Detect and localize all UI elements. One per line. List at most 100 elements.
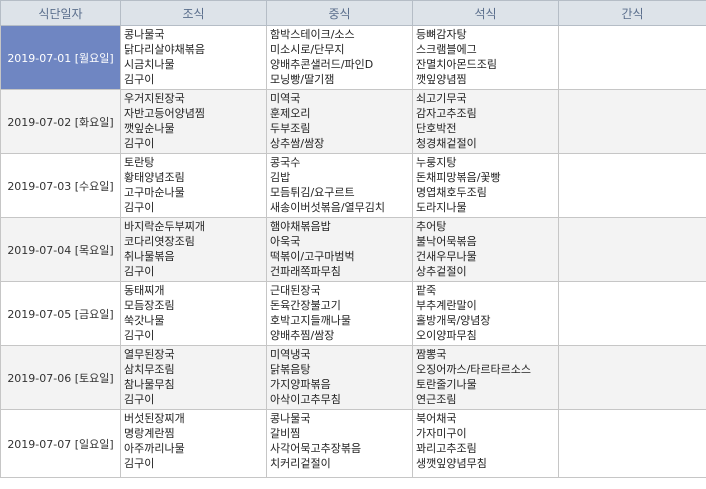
header-breakfast[interactable]: 조식: [120, 0, 267, 26]
menu-item: 김구이: [124, 393, 155, 406]
menu-item: 바지락순두부찌개: [124, 220, 205, 233]
breakfast-cell[interactable]: 바지락순두부찌개코다리엿장조림취나물볶음김구이: [120, 217, 267, 282]
dinner-cell[interactable]: 팥죽 부추계란말이 홀방개묵/양념장 오이양파무침: [412, 281, 559, 346]
dinner-cell[interactable]: 등뼈감자탕 스크램블에그 잔멸치아몬드조림 깻잎양념찜: [412, 25, 559, 90]
table-row[interactable]: 2019-07-04 [목요일] 바지락순두부찌개 코다리엿장조림 취나물볶음 김구이 햄…: [0, 217, 706, 282]
dinner-cell[interactable]: 쇠고기무국 감자고추조림 단호박전 청경채겉절이: [412, 89, 559, 154]
dinner-cell[interactable]: 누룽지탕 돈채피망볶음/꽃빵 명엽채호두조림 도라지나물: [412, 153, 559, 218]
menu-item: 미역국: [270, 92, 301, 105]
menu-item: 김밥: [270, 171, 291, 184]
meal-table-body: 2019-07-01 [월요일] 콩나물국 닭다리살야채볶음시금치나물김구이 함박스테…: [0, 25, 706, 478]
menu-item: 아주까리나물: [124, 442, 185, 455]
menu-item: 훈제오리: [270, 107, 311, 120]
menu-item: 삼치무조림: [124, 363, 175, 376]
lunch-cell[interactable]: 함박스테이크/소스 미소시로/단무지 양배추콘샐러드/파인D 모닝빵/딸기잼: [266, 25, 413, 90]
menu-item: 새송이버섯볶음/열무김치: [270, 201, 386, 214]
header-lunch[interactable]: 중식: [266, 0, 413, 26]
snack-cell[interactable]: [558, 345, 706, 410]
snack-cell[interactable]: [558, 409, 706, 478]
menu-item: 돈육간장불고기: [270, 299, 341, 312]
breakfast-cell[interactable]: 콩나물국 닭다리살야채볶음 시금치나물 김구이: [120, 25, 267, 90]
menu-item: 양배추찜/쌈장: [270, 329, 335, 342]
menu-item: 떡볶이/고구마범벅: [270, 250, 355, 263]
lunch-cell[interactable]: 미역냉국 닭볶음탕 가지양파볶음 아삭이고추무침: [266, 345, 413, 410]
menu-item: 쑥갓나물: [124, 314, 165, 327]
menu-item: 김구이: [124, 265, 155, 278]
menu-item: 도라지나물: [416, 201, 467, 214]
menu-item: 김구이: [124, 73, 155, 86]
table-row[interactable]: 2019-07-07 [일요일] 버섯된장찌개 명랑계란찜 아주까리나물 김구이 콩나물국…: [0, 409, 706, 478]
menu-item: 코다리엿장조림: [124, 235, 195, 248]
menu-item: 우거지된장국: [124, 92, 185, 105]
menu-item: 짬뽕국: [416, 348, 447, 361]
menu-item: 건새우무나물: [416, 250, 477, 263]
date-cell[interactable]: 2019-07-05 [금요일]: [0, 281, 121, 346]
snack-cell[interactable]: [558, 217, 706, 282]
menu-item: 김구이: [124, 457, 155, 470]
menu-item: 미소시로/단무지: [270, 43, 345, 56]
snack-cell[interactable]: [558, 89, 706, 154]
breakfast-cell[interactable]: 열무된장국 삼치무조림 참나물무침 김구이: [120, 345, 267, 410]
menu-item: 김구이: [124, 137, 155, 150]
header-date[interactable]: 식단일자: [0, 0, 121, 26]
date-cell[interactable]: 2019-07-01 [월요일]: [0, 25, 121, 90]
menu-item: 깻잎양념찜: [416, 73, 467, 86]
lunch-cell[interactable]: 콩국수 김밥 모듬튀김/요구르트 새송이버섯볶음/열무김치: [266, 153, 413, 218]
table-row[interactable]: 2019-07-06 [토요일] 열무된장국 삼치무조림 참나물무침 김구이 미역냉국 닭볶…: [0, 345, 706, 410]
menu-item: 스크램블에그: [416, 43, 477, 56]
dinner-cell[interactable]: 추어탕불낙어묵볶음건새우무나물상추겉절이: [412, 217, 559, 282]
snack-cell[interactable]: [558, 25, 706, 90]
date-cell[interactable]: 2019-07-03 [수요일]: [0, 153, 121, 218]
date-cell[interactable]: 2019-07-04 [목요일]: [0, 217, 121, 282]
breakfast-cell[interactable]: 버섯된장찌개명랑계란찜아주까리나물김구이: [120, 409, 267, 478]
menu-item: 콩나물국: [270, 412, 311, 425]
lunch-cell[interactable]: 햄야채볶음밥 아욱국 떡볶이/고구마범벅 건파래쪽파무침: [266, 217, 413, 282]
lunch-cell[interactable]: 콩나물국 갈비찜 사각어묵고추장볶음 치커리겉절이: [266, 409, 413, 478]
menu-item: 햄야채볶음밥: [270, 220, 331, 233]
date-cell[interactable]: 2019-07-07 [일요일]: [0, 409, 121, 478]
menu-item: 토란탕: [124, 156, 155, 169]
menu-item: 아욱국: [270, 235, 301, 248]
menu-item: 버섯된장찌개: [124, 412, 185, 425]
breakfast-cell[interactable]: 동태찌개 모듬장조림 쑥갓나물 김구이: [120, 281, 267, 346]
table-row[interactable]: 2019-07-01 [월요일] 콩나물국 닭다리살야채볶음 시금치나물 김구이 함박스테…: [0, 25, 706, 90]
menu-item: 등뼈감자탕: [416, 28, 467, 41]
menu-item: 김구이: [124, 201, 155, 214]
menu-item: 모듬장조림: [124, 299, 175, 312]
menu-item: 함박스테이크/소스: [270, 28, 355, 41]
lunch-cell[interactable]: 미역국 훈제오리 두부조림 상추쌈/쌈장: [266, 89, 413, 154]
table-row[interactable]: 2019-07-02 [화요일] 우거지된장국 자반고등어양념찜 깻잎순나물 김구이 미역…: [0, 89, 706, 154]
menu-item: 명랑계란찜: [124, 427, 175, 440]
menu-item: 두부조림: [270, 122, 311, 135]
menu-item: 시금치나물: [124, 58, 175, 71]
menu-item: 열무된장국: [124, 348, 175, 361]
date-cell[interactable]: 2019-07-06 [토요일]: [0, 345, 121, 410]
menu-item: 홀방개묵/양념장: [416, 314, 491, 327]
menu-item: 자반고등어양념찜: [124, 107, 205, 120]
breakfast-cell[interactable]: 우거지된장국 자반고등어양념찜 깻잎순나물 김구이: [120, 89, 267, 154]
menu-item: 오이양파무침: [416, 329, 477, 342]
table-row[interactable]: 2019-07-03 [수요일] 토란탕 황태양념조림 고구마순나물 김구이 콩국수 김밥 모…: [0, 153, 706, 218]
menu-item: 동태찌개: [124, 284, 165, 297]
menu-item: 추어탕: [416, 220, 447, 233]
lunch-cell[interactable]: 근대된장국 돈육간장불고기 호박고지들깨나물 양배추찜/쌈장: [266, 281, 413, 346]
snack-cell[interactable]: [558, 281, 706, 346]
menu-item: 취나물볶음: [124, 250, 175, 263]
menu-item: 단호박전: [416, 122, 457, 135]
menu-item: 누룽지탕: [416, 156, 457, 169]
menu-item: 상추겉절이: [416, 265, 467, 278]
dinner-cell[interactable]: 짬뽕국 오징어까스/타르타르소스 토란줄기나물 연근조림: [412, 345, 559, 410]
menu-item: 불낙어묵볶음: [416, 235, 477, 248]
dinner-cell[interactable]: 북어채국 가자미구이 꽈리고추조림 생깻잎양념무침: [412, 409, 559, 478]
table-row[interactable]: 2019-07-05 [금요일] 동태찌개 모듬장조림 쑥갓나물 김구이 근대된장국 돈육간…: [0, 281, 706, 346]
breakfast-cell[interactable]: 토란탕 황태양념조림 고구마순나물 김구이: [120, 153, 267, 218]
menu-item: 닭다리살야채볶음: [124, 43, 205, 56]
header-snack[interactable]: 간식: [558, 0, 706, 26]
snack-cell[interactable]: [558, 153, 706, 218]
menu-item: 가지양파볶음: [270, 378, 331, 391]
date-cell[interactable]: 2019-07-02 [화요일]: [0, 89, 121, 154]
menu-item: 가자미구이: [416, 427, 467, 440]
menu-item: 모닝빵/딸기잼: [270, 73, 335, 86]
header-dinner[interactable]: 석식: [412, 0, 559, 26]
menu-item: 부추계란말이: [416, 299, 477, 312]
